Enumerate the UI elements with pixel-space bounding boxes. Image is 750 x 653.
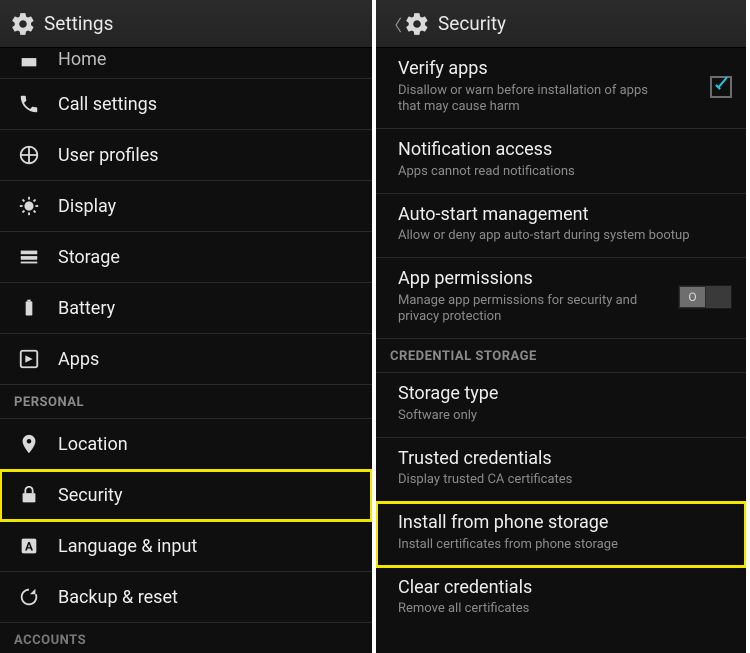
- item-label: Apps: [58, 349, 99, 370]
- language-icon: A: [18, 535, 40, 557]
- pref-clear-credentials[interactable]: Clear credentials Remove all certificate…: [376, 567, 746, 630]
- item-label: Storage: [58, 247, 120, 268]
- settings-item-apps[interactable]: Apps: [0, 334, 372, 385]
- pref-title: Verify apps: [398, 58, 668, 81]
- pref-verify-apps[interactable]: Verify apps Disallow or warn before inst…: [376, 48, 746, 129]
- item-label: Display: [58, 196, 116, 217]
- pref-title: Trusted credentials: [398, 448, 732, 471]
- back-icon[interactable]: 〈: [386, 12, 396, 36]
- pref-notification-access[interactable]: Notification access Apps cannot read not…: [376, 129, 746, 193]
- pref-subtitle: Install certificates from phone storage: [398, 537, 732, 554]
- pref-subtitle: Apps cannot read notifications: [398, 164, 732, 181]
- pref-trusted-credentials[interactable]: Trusted credentials Display trusted CA c…: [376, 438, 746, 502]
- phone-icon: [18, 93, 40, 115]
- battery-icon: [18, 297, 40, 319]
- verify-apps-checkbox[interactable]: [710, 76, 732, 98]
- settings-header: Settings: [0, 0, 372, 48]
- display-icon: [18, 195, 40, 217]
- security-list[interactable]: Verify apps Disallow or warn before inst…: [376, 48, 746, 653]
- security-title: Security: [438, 12, 506, 35]
- location-icon: [18, 433, 40, 455]
- pref-subtitle: Display trusted CA certificates: [398, 472, 732, 489]
- pref-subtitle: Software only: [398, 408, 732, 425]
- item-label: Security: [58, 485, 122, 506]
- switch-knob: O: [679, 286, 706, 308]
- settings-title: Settings: [44, 12, 113, 35]
- gear-icon: [10, 11, 36, 37]
- settings-item-storage[interactable]: Storage: [0, 232, 372, 283]
- settings-item-call[interactable]: Call settings: [0, 79, 372, 130]
- settings-list[interactable]: Home Call settings User profiles Display: [0, 48, 372, 653]
- pref-app-permissions[interactable]: App permissions Manage app permissions f…: [376, 258, 746, 339]
- pref-subtitle: Disallow or warn before installation of …: [398, 83, 668, 117]
- item-label: Language & input: [58, 536, 197, 557]
- pref-title: Clear credentials: [398, 577, 732, 600]
- apps-icon: [18, 348, 40, 370]
- pref-subtitle: Manage app permissions for security and …: [398, 293, 668, 327]
- item-label: User profiles: [58, 145, 159, 166]
- section-personal: PERSONAL: [0, 385, 372, 419]
- pref-storage-type[interactable]: Storage type Software only: [376, 373, 746, 437]
- settings-item-backup[interactable]: Backup & reset: [0, 572, 372, 623]
- settings-item-location[interactable]: Location: [0, 419, 372, 470]
- storage-icon: [18, 246, 40, 268]
- section-accounts: ACCOUNTS: [0, 623, 372, 653]
- pref-title: Storage type: [398, 383, 732, 406]
- pref-title: App permissions: [398, 268, 668, 291]
- settings-item-language[interactable]: A Language & input: [0, 521, 372, 572]
- settings-item-user-profiles[interactable]: User profiles: [0, 130, 372, 181]
- pref-install-from-storage[interactable]: Install from phone storage Install certi…: [376, 502, 746, 566]
- settings-item-home[interactable]: Home: [0, 48, 372, 79]
- app-permissions-switch[interactable]: O: [678, 285, 732, 309]
- gear-icon: [404, 11, 430, 37]
- settings-item-battery[interactable]: Battery: [0, 283, 372, 334]
- item-label: Call settings: [58, 94, 157, 115]
- settings-item-display[interactable]: Display: [0, 181, 372, 232]
- item-label: Location: [58, 434, 128, 455]
- security-header: 〈 Security: [376, 0, 746, 48]
- lock-icon: [18, 484, 40, 506]
- backup-icon: [18, 586, 40, 608]
- item-label: Battery: [58, 298, 115, 319]
- settings-item-security[interactable]: Security: [0, 470, 372, 521]
- pref-subtitle: Allow or deny app auto-start during syst…: [398, 228, 732, 245]
- item-label: Home: [58, 49, 106, 70]
- section-credential-storage: CREDENTIAL STORAGE: [376, 339, 746, 373]
- pref-subtitle: Remove all certificates: [398, 601, 732, 618]
- pref-auto-start[interactable]: Auto-start management Allow or deny app …: [376, 194, 746, 258]
- svg-text:A: A: [25, 540, 33, 554]
- pref-title: Install from phone storage: [398, 512, 732, 535]
- settings-screen: Settings Home Call settings User profile: [0, 0, 376, 653]
- user-profiles-icon: [18, 144, 40, 166]
- home-icon: [18, 48, 40, 70]
- two-screenshot-composite: Settings Home Call settings User profile: [0, 0, 750, 653]
- pref-title: Auto-start management: [398, 204, 732, 227]
- pref-title: Notification access: [398, 139, 732, 162]
- item-label: Backup & reset: [58, 587, 178, 608]
- security-screen: 〈 Security Verify apps Disallow or warn …: [376, 0, 746, 653]
